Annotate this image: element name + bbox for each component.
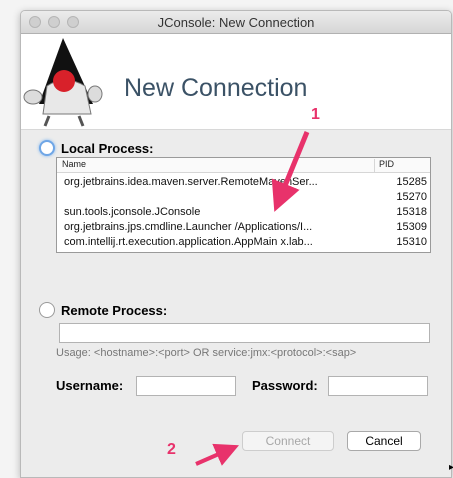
annotation-number-1: 1: [311, 106, 320, 123]
annotation-arrows: [195, 131, 310, 466]
annotation-arrow-1: [271, 131, 310, 212]
annotation-number-2: 2: [167, 441, 176, 458]
annotation-arrow-2: [195, 443, 239, 466]
mouse-cursor-icon: ▸: [449, 462, 453, 473]
